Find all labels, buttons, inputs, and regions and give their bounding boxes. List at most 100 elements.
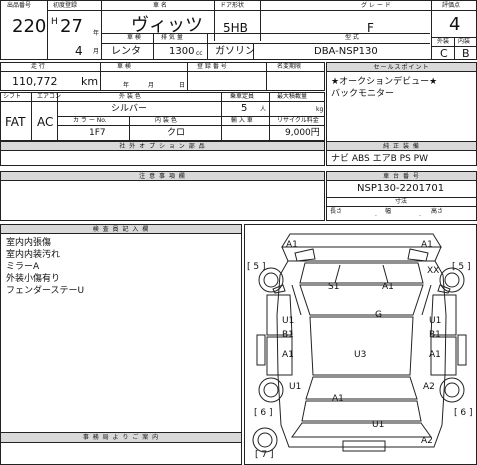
mark-7: [ 7 ] <box>255 450 274 460</box>
recycle-fee: 9,000円 <box>285 128 320 138</box>
office-label: 事 務 局 よ り ご 案 内 <box>1 433 241 442</box>
notes: 注 意 事 項 欄 <box>0 171 325 221</box>
ac: AC <box>37 115 54 129</box>
sales-label: セールスポイント <box>327 63 476 72</box>
lot-number: 220 <box>12 16 47 37</box>
size-unit-b: . <box>419 211 421 218</box>
mileage-row: 走 行 110,772 km 車 検 年 月 日 登 録 番 号 名変期限 <box>0 62 325 91</box>
mark-b1-left: B1 <box>282 330 294 340</box>
namechange-label: 名変期限 <box>277 63 302 70</box>
month-unit: 月 <box>93 48 100 55</box>
ext-grade: C <box>440 47 448 60</box>
header-row1: 出品番号 220 初度登録 H 27 年 4 月 車 名 ヴィッツ ドア形状 5… <box>0 0 477 60</box>
color-row: シフト エアコン FAT AC 外 装 色 乗車定員 最大積載量 シルバー 5 … <box>0 92 325 141</box>
era: H <box>51 17 58 27</box>
color-no-label: カ ラ ー No. <box>73 117 107 124</box>
inspector-line-4: 外装小傷有り <box>6 274 61 284</box>
sales-text: ★オークションデビュー★ バックモニター <box>331 77 438 99</box>
mark-a1-hood: A1 <box>382 282 394 292</box>
body-color: シルバー <box>111 104 148 114</box>
options-label: 社 外 オ プ シ ョ ン 部 品 <box>1 142 324 151</box>
disp-unit: cc <box>196 50 203 57</box>
mark-a1-front-right: A1 <box>421 240 433 250</box>
int-color-label: 内 装 色 <box>155 117 177 124</box>
mark-a2-right: A2 <box>423 382 435 392</box>
reg-year: 27 <box>60 16 83 37</box>
sales-point: セールスポイント ★オークションデビュー★ バックモニター <box>326 62 477 151</box>
mark-u1-left-front: U1 <box>282 316 295 326</box>
type-label: 型 式 <box>345 34 359 41</box>
mark-b1-right: B1 <box>429 330 441 340</box>
inspector-box: 検 査 員 記 入 欄 室内内張傷 室内内装汚れ ミラーA 外装小傷有り フェン… <box>0 224 242 465</box>
inspection-month: 月 <box>148 82 155 89</box>
mark-5-left: [ 5 ] <box>247 262 266 272</box>
shaken: レンタ <box>111 46 141 57</box>
disp-label: 排 気 量 <box>161 34 183 41</box>
inspection-label: 車 検 <box>117 63 131 70</box>
inspector-line-1: 室内内張傷 <box>6 238 52 248</box>
shift-label: シフト <box>3 93 22 100</box>
mark-g: G <box>375 310 382 320</box>
inspector-line-5: フェンダーステーU <box>6 286 85 296</box>
inspector-line-3: ミラーA <box>6 262 40 272</box>
mark-u1-right-front: U1 <box>429 316 442 326</box>
mark-u1-left-rear: U1 <box>289 382 302 392</box>
std-equip: 純 正 装 備 ナビ ABS エアB PS PW <box>326 141 477 166</box>
score: 4 <box>449 14 461 35</box>
chassis-number: NSP130-2201701 <box>357 183 445 194</box>
damage-diagram: A1 A1 [ 5 ] [ 5 ] XX S1 A1 G U1 B1 U1 B1… <box>244 224 477 465</box>
int-grade: B <box>462 47 470 60</box>
chassis-label: 車 台 番 号 <box>327 172 476 181</box>
color-no: 1F7 <box>89 128 106 138</box>
mark-u3: U3 <box>354 350 367 360</box>
std-text: ナビ ABS エアB PS PW <box>331 154 428 164</box>
load-unit: kg <box>316 106 324 113</box>
size-unit-a: . <box>375 211 377 218</box>
mark-a1-trunk: A1 <box>332 394 344 404</box>
reg-label: 初度登録 <box>53 2 78 9</box>
inspection-day: 日 <box>179 82 186 89</box>
regno-label: 登 録 番 号 <box>197 63 227 70</box>
fuel: ガソリン <box>215 46 255 57</box>
import-label: 輸 入 車 <box>231 117 253 124</box>
mark-s1: S1 <box>328 282 340 292</box>
inspector-label: 検 査 員 記 入 欄 <box>1 225 241 234</box>
mileage-label: 走 行 <box>31 63 45 70</box>
ext-label: 外装 <box>437 38 450 45</box>
seats-label: 乗車定員 <box>230 93 255 100</box>
color-label: 外 装 色 <box>119 93 141 100</box>
recycle-fee-label: リサイクル料金 <box>277 117 319 124</box>
name-label: 車 名 <box>153 2 167 9</box>
year-unit: 年 <box>93 30 100 37</box>
mark-u1-rear: U1 <box>372 420 385 430</box>
grade-label: グ レ ー ド <box>361 2 391 9</box>
inspector-line-2: 室内内装汚れ <box>6 250 61 260</box>
chassis: 車 台 番 号 NSP130-2201701 寸法 長さ 幅 高さ . . <box>326 171 477 221</box>
shift: FAT <box>5 115 26 129</box>
int-color: クロ <box>167 128 186 138</box>
mileage: 110,772 <box>12 75 58 88</box>
height-label: 高さ <box>431 208 444 215</box>
size-label: 寸法 <box>395 198 408 205</box>
door-label: ドア形状 <box>220 2 245 9</box>
mark-6-right: [ 6 ] <box>454 408 473 418</box>
displacement: 1300 <box>169 46 195 57</box>
mark-5-right: [ 5 ] <box>452 262 471 272</box>
load-label: 最大積載量 <box>277 93 308 100</box>
car-outline <box>252 233 467 453</box>
std-label: 純 正 装 備 <box>327 142 476 151</box>
score-label: 評価点 <box>442 2 461 9</box>
lot-label: 出品番号 <box>7 2 32 9</box>
mark-6-left: [ 6 ] <box>254 408 273 418</box>
equipment-row: 社 外 オ プ シ ョ ン 部 品 <box>0 141 325 166</box>
inspection-year: 年 <box>123 82 130 89</box>
mark-a1-left-rear: A1 <box>282 350 294 360</box>
seats-unit: 人 <box>260 106 267 113</box>
mark-a2-rear: A2 <box>421 436 433 446</box>
shaken-label: 車 検 <box>127 34 141 41</box>
width-label: 幅 <box>385 208 392 215</box>
notes-label: 注 意 事 項 欄 <box>1 172 324 181</box>
model-code: DBA-NSP130 <box>314 46 378 57</box>
mark-a1-right-rear: A1 <box>429 350 441 360</box>
seats: 5 <box>241 103 248 114</box>
